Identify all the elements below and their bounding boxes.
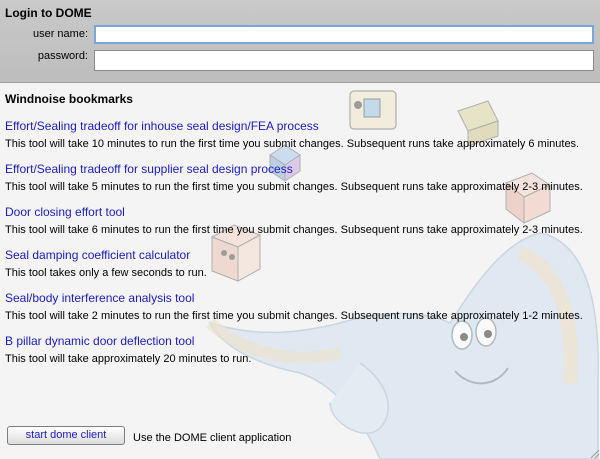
bookmark-link-supplier-seal[interactable]: Effort/Sealing tradeoff for supplier sea… — [5, 162, 293, 176]
bookmark-desc-b-pillar: This tool will take approximately 20 min… — [5, 353, 252, 365]
login-title: Login to DOME — [5, 6, 92, 20]
bookmark-link-door-closing[interactable]: Door closing effort tool — [5, 205, 125, 219]
bookmarks-title: Windnoise bookmarks — [5, 92, 133, 106]
bookmarks-panel: Windnoise bookmarks Effort/Sealing trade… — [0, 83, 600, 459]
bookmark-link-seal-body[interactable]: Seal/body interference analysis tool — [5, 291, 194, 305]
bookmark-desc-inhouse-seal: This tool will take 10 minutes to run th… — [5, 138, 580, 150]
resize-grip-icon[interactable] — [588, 447, 600, 459]
bookmark-desc-door-closing: This tool will take 6 minutes to run the… — [5, 224, 583, 236]
bookmark-desc-seal-body: This tool will take 2 minutes to run the… — [5, 310, 583, 322]
login-panel: Login to DOME user name: password: — [0, 0, 600, 83]
bookmark-link-b-pillar[interactable]: B pillar dynamic door deflection tool — [5, 334, 194, 348]
bookmark-desc-supplier-seal: This tool will take 5 minutes to run the… — [5, 181, 583, 193]
dome-client-description: Use the DOME client application — [133, 432, 292, 444]
username-field[interactable] — [94, 25, 594, 44]
start-dome-client-button[interactable]: start dome client — [7, 426, 125, 445]
bookmark-link-inhouse-seal[interactable]: Effort/Sealing tradeoff for inhouse seal… — [5, 119, 319, 133]
bookmark-link-seal-damping[interactable]: Seal damping coefficient calculator — [5, 248, 190, 262]
username-label: user name: — [32, 28, 88, 40]
password-field[interactable] — [94, 50, 594, 71]
password-label: password: — [37, 50, 88, 62]
bookmark-desc-seal-damping: This tool takes only a few seconds to ru… — [5, 267, 207, 279]
